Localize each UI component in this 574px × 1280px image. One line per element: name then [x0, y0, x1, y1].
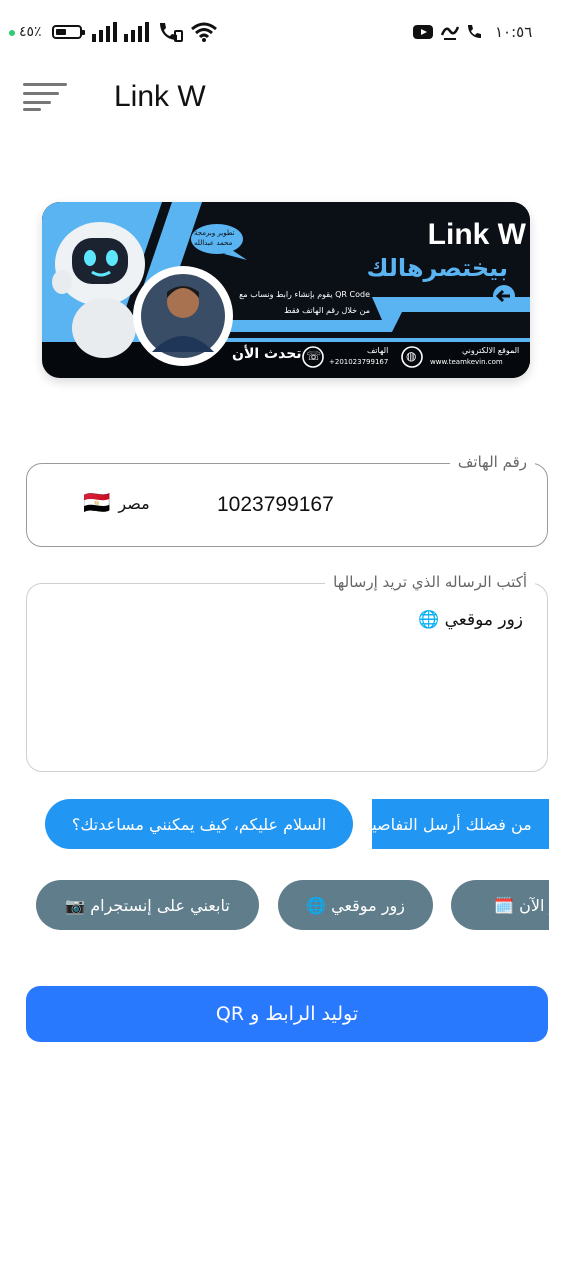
- banner-tagline: بيختصرهالك: [366, 254, 509, 282]
- generate-link-qr-button[interactable]: توليد الرابط و QR: [26, 986, 548, 1042]
- phone-field-label: رقم الهاتف: [449, 453, 535, 471]
- wifi-icon: [191, 22, 217, 42]
- banner-web-icon: ◍: [406, 349, 417, 363]
- status-bar: ٤٥٪ ١٠:٥٦: [0, 0, 574, 64]
- message-field-label: أكتب الرساله الذي تريد إرسالها: [325, 573, 535, 591]
- wifi-calling-icon: [160, 23, 183, 42]
- quick-reply-booking[interactable]: احجز الآن 🗓️: [451, 880, 549, 930]
- quick-reply-website[interactable]: زور موقعي 🌐: [278, 880, 433, 930]
- battery-percent: ٤٥٪: [19, 24, 42, 40]
- app-notification-icon: [440, 26, 460, 40]
- menu-icon: [23, 83, 67, 86]
- banner-description-1: يقوم بإنشاء رابط ونساب مع QR Code: [239, 290, 370, 299]
- banner-phone-label: الهاتف: [367, 346, 389, 355]
- quick-reply-label: تابعني على إنستجرام 📷: [65, 895, 230, 915]
- quick-reply-label: السلام عليكم، كيف يمكنني مساعدتك؟: [71, 814, 327, 834]
- country-picker[interactable]: 🇪🇬 مصر: [83, 488, 150, 518]
- quick-reply-label: احجز الآن 🗓️: [494, 895, 549, 915]
- phone-call-icon: [468, 25, 481, 38]
- quick-reply-label: زور موقعي 🌐: [306, 895, 405, 915]
- app-title: Link W: [114, 80, 206, 113]
- egypt-flag-icon: 🇪🇬: [83, 490, 111, 516]
- promo-banner: Link W بيختصرهالك يقوم بإنشاء رابط ونساب…: [42, 202, 530, 378]
- menu-button[interactable]: [20, 80, 68, 114]
- banner-bubble-line-2: محمد عبدالله: [194, 239, 233, 247]
- quick-reply-greeting[interactable]: السلام عليكم، كيف يمكنني مساعدتك؟: [45, 799, 353, 849]
- clock: ١٠:٥٦: [495, 23, 533, 41]
- quick-reply-booking-clip: احجز الآن 🗓️: [451, 880, 549, 930]
- banner-website-value: www.teamkevin.com: [430, 358, 503, 366]
- phone-field[interactable]: رقم الهاتف 🇪🇬 مصر 1023799167: [26, 453, 548, 547]
- country-name: مصر: [118, 493, 150, 513]
- signal-icon: [92, 22, 117, 42]
- generate-button-label: توليد الرابط و QR: [215, 1003, 359, 1025]
- banner-description-2: من خلال رقم الهاتف فقط: [284, 306, 370, 315]
- banner-phone-value: +201023799167: [329, 358, 389, 366]
- banner-bubble-line-1: تطوير وبرمجة: [194, 229, 235, 237]
- signal-icon-2: [124, 22, 149, 42]
- message-field[interactable]: أكتب الرساله الذي تريد إرسالها زور موقعي…: [26, 573, 548, 772]
- youtube-icon: [413, 25, 433, 39]
- banner-brand: Link W: [427, 218, 526, 251]
- quick-reply-instagram[interactable]: تابعني على إنستجرام 📷: [36, 880, 259, 930]
- battery-icon: [52, 25, 85, 39]
- quick-reply-label: من فضلك أرسل التفاصيل.: [372, 814, 532, 834]
- banner-website-label: الموقع الالكتروني: [462, 346, 520, 355]
- phone-number-input[interactable]: 1023799167: [217, 493, 334, 517]
- message-text[interactable]: زور موقعي 🌐: [418, 610, 523, 630]
- quick-reply-details-clip: من فضلك أرسل التفاصيل.: [372, 799, 549, 849]
- banner-call-now: تحدث الأن: [232, 346, 302, 362]
- banner-call-icon: ☏: [306, 349, 322, 363]
- privacy-indicator-dot: [9, 30, 15, 36]
- quick-reply-details[interactable]: من فضلك أرسل التفاصيل.: [372, 799, 549, 849]
